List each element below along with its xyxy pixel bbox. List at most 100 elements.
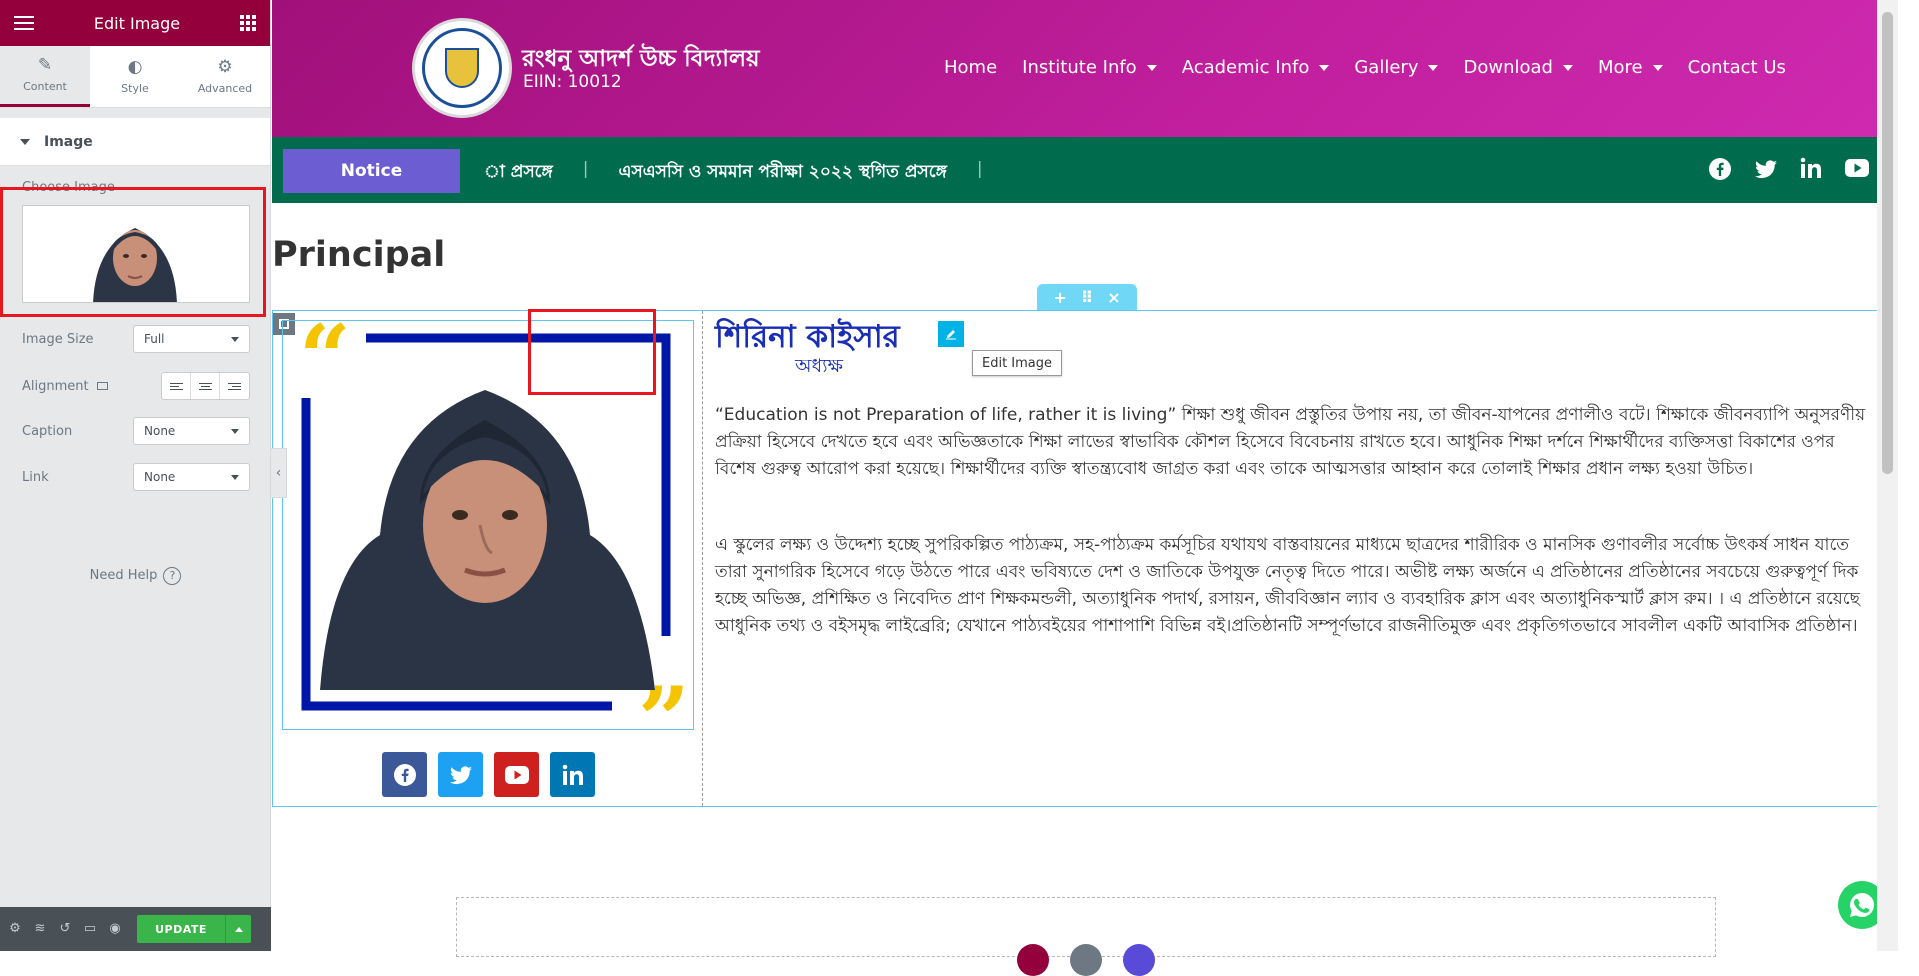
panel-title: Edit Image (93, 13, 181, 33)
tab-style[interactable]: ◐ Style (90, 46, 180, 107)
widgets-grid-icon[interactable] (240, 15, 256, 31)
page-scrollbar[interactable] (1877, 0, 1898, 951)
add-template-circle-button[interactable] (1070, 944, 1102, 976)
facebook-icon (393, 763, 416, 786)
history-icon[interactable]: ↺ (58, 922, 72, 936)
linkedin-icon (562, 764, 583, 785)
linkedin-icon[interactable] (1800, 157, 1822, 179)
notice-ticker: া প্রসঙ্গে | এসএসসি ও সমমান পরীক্ষা ২০২২… (484, 159, 983, 187)
tab-advanced[interactable]: ⚙ Advanced (180, 46, 270, 107)
panel-collapse-handle[interactable]: ‹ (271, 448, 287, 498)
ticker-item[interactable]: া প্রসঙ্গে (484, 159, 553, 187)
page-title: Principal (272, 235, 446, 275)
column-divider (702, 311, 703, 806)
youtube-icon[interactable] (1844, 157, 1870, 179)
caret-down-icon (20, 138, 30, 145)
add-section-circle-button[interactable] (1017, 944, 1049, 976)
highlight-box-choose-image (0, 187, 266, 317)
chevron-down-icon (231, 428, 239, 434)
close-quote-icon: ” (638, 667, 690, 773)
add-kit-circle-button[interactable] (1123, 944, 1155, 976)
tab-content[interactable]: ✎ Content (0, 46, 90, 107)
link-select[interactable]: None (133, 463, 250, 491)
principal-photo[interactable] (320, 365, 655, 690)
linkedin-button[interactable] (550, 752, 595, 797)
image-size-control: Image Size Full (22, 325, 250, 353)
settings-icon[interactable]: ⚙ (8, 922, 22, 936)
image-section-toggle[interactable]: Image (0, 118, 270, 166)
panel-header: Edit Image (0, 0, 270, 46)
chevron-down-icon (1146, 64, 1157, 71)
tab-content-label: Content (23, 80, 67, 93)
section-controls: + ⠿ × (1037, 284, 1137, 310)
need-help-link[interactable]: Need Help? (0, 567, 271, 585)
twitter-icon[interactable] (1754, 157, 1778, 181)
nav-institute-info[interactable]: Institute Info (1022, 57, 1157, 78)
tab-advanced-label: Advanced (197, 81, 253, 95)
need-help-label: Need Help (89, 568, 158, 583)
site-preview: রংধনু আদর্শ উচ্চ বিদ্যালয় EIIN: 10012 H… (272, 0, 1898, 976)
nav-gallery[interactable]: Gallery (1354, 57, 1439, 78)
nav-download[interactable]: Download (1463, 57, 1573, 78)
site-header: রংধনু আদর্শ উচ্চ বিদ্যালয় EIIN: 10012 H… (272, 0, 1898, 137)
gear-icon: ⚙ (217, 56, 233, 77)
hamburger-menu-icon[interactable] (14, 16, 34, 30)
nav-contact-us[interactable]: Contact Us (1688, 57, 1786, 78)
align-center-button[interactable] (191, 373, 220, 399)
preview-eye-icon[interactable]: ◉ (108, 922, 122, 936)
scrollbar-thumb[interactable] (1882, 12, 1893, 474)
caption-select[interactable]: None (133, 417, 250, 445)
chevron-down-icon (1428, 64, 1439, 71)
facebook-button[interactable] (382, 752, 427, 797)
pencil-icon (946, 330, 956, 340)
link-value: None (144, 470, 176, 484)
facebook-icon[interactable] (1708, 157, 1732, 181)
caption-label: Caption (22, 423, 73, 439)
link-control: Link None (22, 463, 250, 491)
alignment-label: Alignment (22, 378, 89, 394)
delete-section-icon[interactable]: × (1107, 288, 1120, 307)
drag-handle-icon[interactable]: ⠿ (1081, 288, 1094, 307)
nav-home[interactable]: Home (944, 57, 997, 78)
editor-panel: Edit Image ✎ Content ◐ Style ⚙ Advanced … (0, 0, 271, 951)
chevron-down-icon (1319, 64, 1330, 71)
responsive-icon[interactable]: ▭ (83, 922, 97, 936)
school-logo[interactable] (412, 18, 512, 118)
notice-button[interactable]: Notice (283, 149, 460, 193)
image-section-title: Image (44, 133, 93, 150)
help-icon: ? (163, 567, 182, 585)
pencil-icon: ✎ (37, 55, 53, 75)
principal-message-paragraph-1: “Education is not Preparation of life, r… (715, 405, 1866, 479)
alignment-control: Alignment (22, 372, 250, 400)
chevron-down-icon (231, 336, 239, 342)
twitter-button[interactable] (438, 752, 483, 797)
highlight-box-edit-image (528, 309, 656, 395)
ticker-separator: | (582, 159, 589, 179)
principal-message-paragraph-2: এ স্কুলের লক্ষ্য ও উদ্দেশ্য হচ্ছে সুপরিক… (715, 535, 1860, 636)
nav-more[interactable]: More (1598, 57, 1663, 78)
desktop-icon[interactable] (96, 382, 108, 390)
edit-image-button[interactable] (938, 321, 964, 347)
ticker-item[interactable]: এসএসসি ও সমমান পরীক্ষা ২০২২ স্থগিত প্রসঙ… (619, 159, 947, 187)
link-label: Link (22, 469, 49, 485)
whatsapp-icon (1850, 892, 1875, 917)
layers-icon[interactable]: ≋ (33, 922, 47, 936)
half-circle-icon: ◐ (127, 56, 143, 77)
youtube-button[interactable] (494, 752, 539, 797)
update-options-button[interactable] (225, 915, 251, 943)
youtube-icon (504, 765, 529, 784)
add-section-icon[interactable]: + (1053, 288, 1066, 307)
main-nav: Home Institute Info Academic Info Galler… (944, 57, 1786, 78)
alignment-buttons (161, 372, 250, 400)
tab-style-label: Style (121, 81, 149, 95)
nav-academic-info[interactable]: Academic Info (1182, 57, 1330, 78)
ticker-separator: | (976, 159, 983, 179)
align-right-button[interactable] (220, 373, 249, 399)
panel-footer: ⚙ ≋ ↺ ▭ ◉ UPDATE (0, 907, 271, 951)
panel-tabs: ✎ Content ◐ Style ⚙ Advanced (0, 46, 270, 108)
update-button[interactable]: UPDATE (137, 915, 225, 943)
edit-image-tooltip: Edit Image (972, 350, 1063, 376)
header-social-links (1708, 157, 1870, 181)
align-left-button[interactable] (162, 373, 191, 399)
image-size-select[interactable]: Full (133, 325, 250, 353)
